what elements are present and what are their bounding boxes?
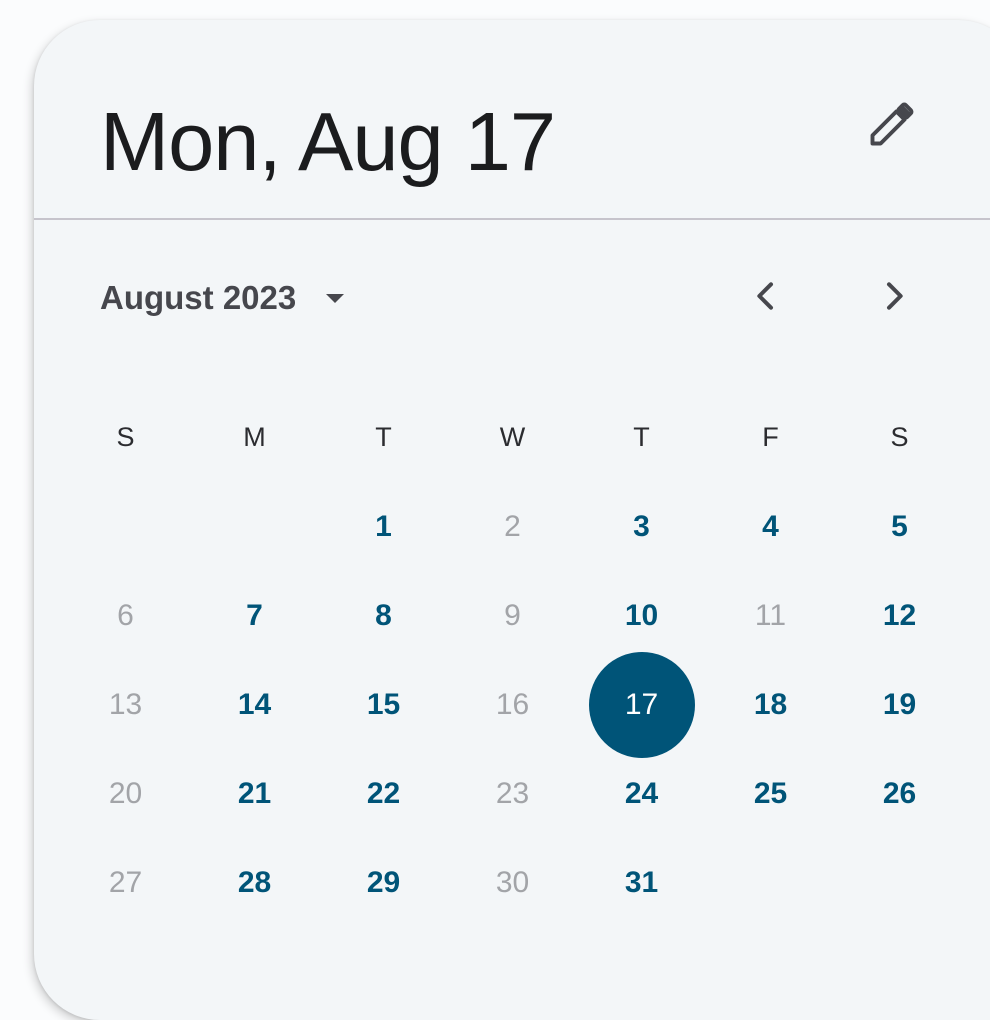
calendar-day: 16 xyxy=(495,687,530,721)
calendar-day[interactable]: 28 xyxy=(190,838,319,927)
header-divider xyxy=(34,218,990,220)
weekday-sunday: S xyxy=(116,422,135,452)
weekday-header-row: S M T W T F S xyxy=(61,412,964,462)
calendar-day[interactable]: 4 xyxy=(706,482,835,571)
calendar-day[interactable]: 26 xyxy=(835,749,964,838)
pencil-icon xyxy=(866,98,918,155)
weekday-wednesday: W xyxy=(499,422,526,452)
calendar-day[interactable]: 21 xyxy=(190,749,319,838)
calendar-day: 27 xyxy=(108,865,143,899)
previous-month-button[interactable] xyxy=(736,268,796,328)
selected-day-label: 17 xyxy=(588,651,695,758)
calendar-day: 13 xyxy=(108,687,143,721)
calendar-day[interactable]: 12 xyxy=(835,571,964,660)
calendar-day[interactable]: 5 xyxy=(835,482,964,571)
calendar-day[interactable]: 29 xyxy=(319,838,448,927)
calendar-day[interactable]: 19 xyxy=(835,660,964,749)
calendar-empty-cell xyxy=(61,482,190,571)
calendar-day[interactable]: 8 xyxy=(319,571,448,660)
weekday-friday: F xyxy=(762,422,779,452)
calendar-day: 23 xyxy=(495,776,530,810)
date-picker-dialog: Mon, Aug 17 August 2023 S M T W T F S 1 … xyxy=(34,20,990,1020)
calendar-day: 2 xyxy=(504,509,521,543)
date-picker-header: Mon, Aug 17 xyxy=(34,20,990,218)
next-month-button[interactable] xyxy=(864,268,924,328)
chevron-left-icon xyxy=(746,276,786,321)
weekday-monday: M xyxy=(243,422,266,452)
calendar-day[interactable]: 3 xyxy=(577,482,706,571)
calendar-day: 30 xyxy=(495,865,530,899)
selected-date-headline: Mon, Aug 17 xyxy=(100,95,556,188)
calendar-day[interactable]: 25 xyxy=(706,749,835,838)
calendar-day: 11 xyxy=(754,598,787,632)
calendar-day-grid: 1 2 3 4 5 6 7 8 9 10 11 12 13 14 15 16 17 18 19 20 21 22 23 24 2… xyxy=(61,482,964,927)
caret-down-icon xyxy=(326,293,345,303)
calendar-day: 9 xyxy=(504,598,521,632)
calendar-day: 20 xyxy=(108,776,143,810)
calendar-day[interactable]: 24 xyxy=(577,749,706,838)
chevron-right-icon xyxy=(874,276,914,321)
weekday-tuesday: T xyxy=(375,422,392,452)
calendar-day[interactable]: 22 xyxy=(319,749,448,838)
calendar-day[interactable]: 14 xyxy=(190,660,319,749)
calendar-day[interactable]: 18 xyxy=(706,660,835,749)
weekday-thursday: T xyxy=(633,422,650,452)
weekday-saturday: S xyxy=(890,422,909,452)
edit-date-button[interactable] xyxy=(860,94,924,158)
calendar-day[interactable]: 31 xyxy=(577,838,706,927)
calendar-day-selected[interactable]: 17 xyxy=(577,651,706,758)
calendar-day[interactable]: 7 xyxy=(190,571,319,660)
calendar-day[interactable]: 10 xyxy=(577,571,706,660)
calendar-day[interactable]: 15 xyxy=(319,660,448,749)
calendar-day: 6 xyxy=(117,598,134,632)
month-year-label: August 2023 xyxy=(100,279,297,316)
calendar-empty-cell xyxy=(190,482,319,571)
calendar-day[interactable]: 1 xyxy=(319,482,448,571)
month-year-dropdown[interactable]: August 2023 xyxy=(100,268,345,328)
